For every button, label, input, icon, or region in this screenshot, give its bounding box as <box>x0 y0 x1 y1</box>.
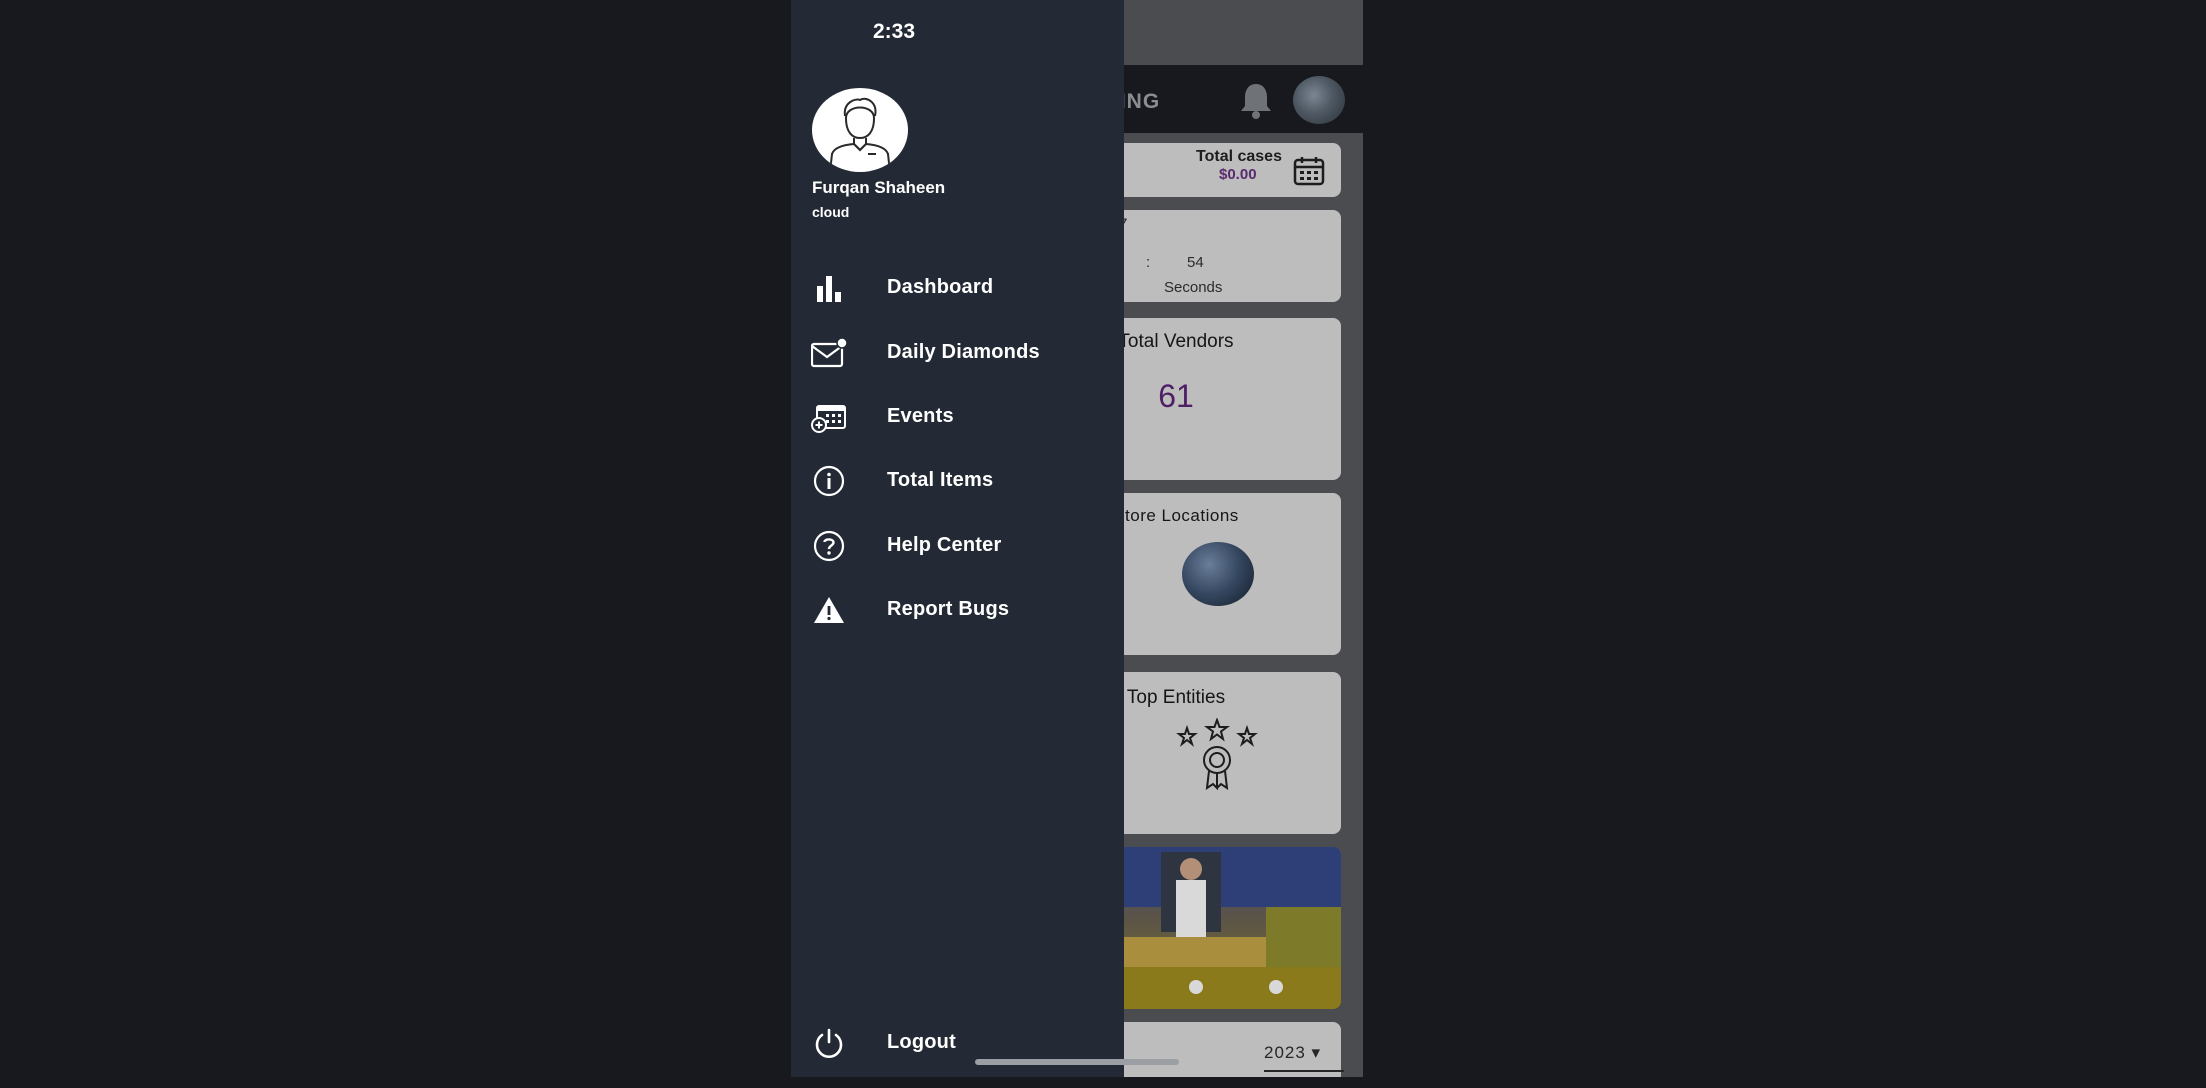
menu-item-report-bugs[interactable]: Report Bugs <box>791 584 1124 636</box>
menu-item-events[interactable]: Events <box>791 391 1124 443</box>
mail-notification-icon <box>811 337 847 368</box>
total-cases-value: $0.00 <box>1219 166 1257 183</box>
phone-screen: ETING Total cases $0.00 7 : 54 s Seconds… <box>791 0 1363 1077</box>
menu-item-label: Daily Diamonds <box>887 341 1040 363</box>
calendar-add-icon <box>811 405 846 433</box>
menu-item-total-items[interactable]: Total Items <box>791 455 1124 507</box>
globe-icon <box>1182 542 1254 606</box>
year-select-underline <box>1264 1070 1344 1072</box>
navigation-drawer: 2:33 Furqan Shaheen cloud Dashboard Dail… <box>791 0 1124 1077</box>
menu-item-label: Report Bugs <box>887 598 1010 620</box>
countdown-seconds-value: 54 <box>1187 254 1204 271</box>
menu-item-label: Total Items <box>887 469 994 491</box>
menu-item-daily-diamonds[interactable]: Daily Diamonds <box>791 327 1124 379</box>
profile-avatar[interactable] <box>812 88 908 172</box>
menu-item-label: Help Center <box>887 534 1002 556</box>
menu-item-dashboard[interactable]: Dashboard <box>791 262 1124 314</box>
award-stars-icon <box>1176 718 1258 790</box>
warning-icon <box>814 597 844 623</box>
profile-subtitle: cloud <box>812 204 850 220</box>
year-select[interactable]: 2023 ▾ <box>1264 1043 1321 1063</box>
status-time: 2:33 <box>873 20 916 43</box>
profile-name: Furqan Shaheen <box>812 178 946 197</box>
total-cases-label: Total cases <box>1196 148 1282 165</box>
bar-chart-icon <box>817 276 841 302</box>
bell-icon[interactable] <box>1236 80 1276 120</box>
info-icon <box>813 465 845 497</box>
menu-item-label: Events <box>887 405 954 427</box>
person-icon <box>829 97 891 172</box>
user-avatar[interactable] <box>1293 76 1345 124</box>
countdown-seconds-label: Seconds <box>1164 279 1223 296</box>
logout-label: Logout <box>887 1031 956 1053</box>
menu-item-label: Dashboard <box>887 276 994 298</box>
menu-item-help-center[interactable]: Help Center <box>791 520 1124 572</box>
countdown-separator: : <box>1146 254 1151 271</box>
power-icon <box>815 1028 843 1058</box>
home-indicator[interactable] <box>975 1059 1179 1065</box>
calendar-icon[interactable] <box>1293 156 1325 186</box>
help-circle-icon <box>813 530 845 562</box>
